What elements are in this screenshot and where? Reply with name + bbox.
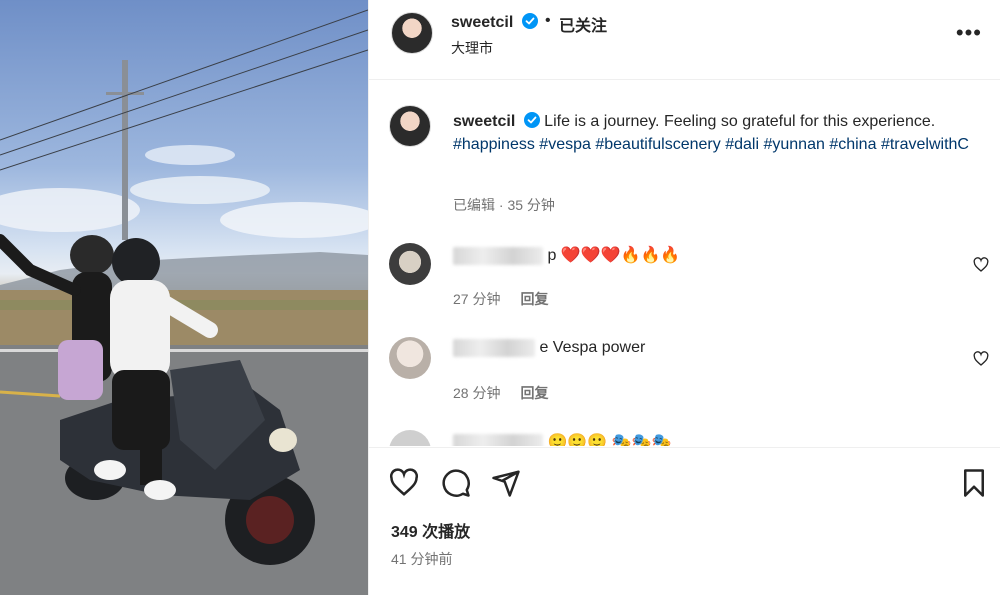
like-comment-heart-icon[interactable] <box>973 351 989 367</box>
post-header: sweetcil • 已关注 大理市 ••• <box>369 0 1000 80</box>
header-separator: • <box>545 12 551 29</box>
comment-meta: 28 分钟 回复 <box>453 383 548 403</box>
comment-bubble-icon[interactable] <box>441 468 471 498</box>
follow-status-button[interactable]: 已关注 <box>559 12 607 36</box>
author-avatar[interactable] <box>391 12 433 54</box>
share-send-icon[interactable] <box>491 468 521 498</box>
comment-body: p ❤️❤️❤️🔥🔥🔥 <box>547 247 681 264</box>
verified-badge-icon <box>521 13 538 29</box>
commenter-avatar[interactable] <box>389 243 431 285</box>
author-username[interactable]: sweetcil <box>451 14 513 31</box>
caption-text: sweetcil Life is a journey. Feeling so g… <box>453 111 993 156</box>
blurred-username <box>453 246 543 265</box>
hashtag-link[interactable]: #china <box>829 136 876 153</box>
comment-item: e Vespa power 28 分钟 回复 <box>389 337 989 407</box>
post-details-panel: sweetcil • 已关注 大理市 ••• sweetcil Life is … <box>368 0 1000 595</box>
scooter-scene-illustration <box>0 9 368 595</box>
comment-time: 28 分钟 <box>453 385 501 401</box>
hashtag-link[interactable]: #dali <box>725 136 759 153</box>
hashtag-link[interactable]: #travelwithC <box>881 136 969 153</box>
like-heart-icon[interactable] <box>389 468 419 498</box>
hashtag-link[interactable]: #yunnan <box>763 136 824 153</box>
blurred-username <box>453 433 543 446</box>
post-video[interactable] <box>0 0 368 595</box>
comment-time: 27 分钟 <box>453 291 501 307</box>
caption-avatar[interactable] <box>389 105 431 147</box>
verified-badge-icon <box>523 112 540 128</box>
reply-button[interactable]: 回复 <box>520 291 548 307</box>
hashtag-link[interactable]: #happiness <box>453 136 535 153</box>
blurred-username <box>453 339 535 357</box>
post-action-bar <box>369 447 1000 517</box>
comment-text: 🙂🙂🙂 🎭🎭🎭 <box>453 432 671 446</box>
comment-body: 🙂🙂🙂 🎭🎭🎭 <box>547 434 672 446</box>
comment-text: p ❤️❤️❤️🔥🔥🔥 <box>453 245 680 265</box>
caption-body: Life is a journey. Feeling so grateful f… <box>544 113 936 130</box>
caption-meta: 已编辑 · 35 分钟 <box>453 197 555 213</box>
author-name-block: sweetcil <box>451 13 538 32</box>
more-horizontal-icon[interactable]: ••• <box>956 20 982 46</box>
comment-meta: 27 分钟 回复 <box>453 289 548 309</box>
hashtag-link[interactable]: #vespa <box>539 136 591 153</box>
comment-body: e Vespa power <box>539 339 646 357</box>
post-location[interactable]: 大理市 <box>451 38 493 58</box>
comment-text: e Vespa power <box>453 339 645 357</box>
comment-item: 🙂🙂🙂 🎭🎭🎭 <box>389 430 989 446</box>
commenter-avatar[interactable] <box>389 337 431 379</box>
hashtag-link[interactable]: #beautifulscenery <box>595 136 720 153</box>
commenter-avatar[interactable] <box>389 430 431 446</box>
reply-button[interactable]: 回复 <box>520 385 548 401</box>
post-modal: sweetcil • 已关注 大理市 ••• sweetcil Life is … <box>0 0 1000 595</box>
bookmark-save-icon[interactable] <box>959 468 989 498</box>
like-comment-heart-icon[interactable] <box>973 257 989 273</box>
caption-time[interactable]: 35 分钟 <box>507 197 554 213</box>
caption-username[interactable]: sweetcil <box>453 113 515 130</box>
post-timestamp[interactable]: 41 分钟前 <box>391 549 452 569</box>
edited-label: 已编辑 <box>453 197 495 213</box>
view-count[interactable]: 349 次播放 <box>391 518 470 542</box>
comment-item: p ❤️❤️❤️🔥🔥🔥 27 分钟 回复 <box>389 243 989 313</box>
